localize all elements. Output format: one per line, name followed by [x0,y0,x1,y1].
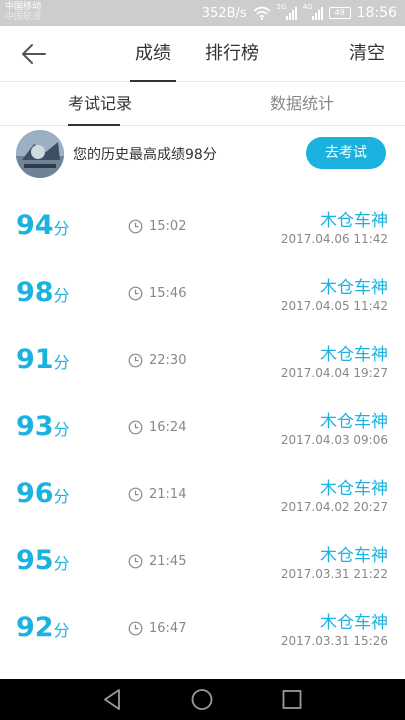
score-value: 95 [16,545,54,576]
score-unit: 分 [53,286,70,305]
score: 98分 [16,277,70,308]
record-date: 2017.04.03 09:06 [280,433,388,447]
clock-icon [128,286,143,300]
score-unit: 分 [53,219,70,238]
carrier-2: 中国联通 [5,12,42,22]
back-button[interactable] [18,40,50,68]
duration-value: 16:47 [149,620,187,636]
nav-home-button[interactable] [182,679,222,720]
duration-value: 21:14 [149,486,187,502]
score: 94分 [16,210,70,241]
score-unit: 分 [53,353,70,372]
duration-value: 22:30 [149,352,187,368]
tab-statistics[interactable]: 数据统计 [270,82,334,126]
score-unit: 分 [53,554,70,573]
clock-icon [128,487,143,501]
score-unit: 分 [53,487,70,506]
triangle-back-icon [104,689,120,710]
list-item[interactable]: 分 木仓车神 [0,661,405,679]
list-item[interactable]: 96分 21:14 木仓车神 2017.04.02 20:27 [0,460,405,527]
username: 木仓车神 [320,546,388,566]
app-header: 成绩 排行榜 清空 [0,26,405,82]
username: 木仓车神 [320,211,388,231]
square-recent-icon [282,690,302,709]
best-score-row: 您的历史最高成绩98分 去考试 [0,126,405,182]
network-speed: 352B/s [201,5,247,21]
signal-icon: 2G [277,3,297,20]
duration: 22:30 [128,352,186,368]
status-time: 18:56 [356,5,397,21]
clock-icon [128,554,143,568]
score: 92分 [16,612,70,643]
score: 93分 [16,411,70,442]
duration-value: 15:02 [149,218,187,234]
record-date: 2017.03.31 15:26 [280,634,388,648]
score-value: 94 [16,210,54,241]
duration: 21:14 [128,486,186,502]
arrow-left-icon [22,44,46,64]
tab-exam-records[interactable]: 考试记录 [68,82,132,126]
duration: 21:45 [128,553,186,569]
score-value: 91 [16,344,54,375]
score-value: 96 [16,478,54,509]
duration-value: 15:46 [149,285,187,301]
clock-icon [128,219,143,233]
username: 木仓车神 [320,412,388,432]
tab-ranking[interactable]: 排行榜 [200,26,264,82]
clear-button[interactable]: 清空 [349,26,385,82]
duration-value: 21:45 [149,553,187,569]
record-date: 2017.04.05 11:42 [280,299,388,313]
best-score-text: 您的历史最高成绩98分 [73,147,217,163]
nav-back-button[interactable] [92,679,132,720]
clock-icon [128,353,143,367]
record-date: 2017.04.02 20:27 [280,500,388,514]
list-item[interactable]: 92分 16:47 木仓车神 2017.03.31 15:26 [0,594,405,661]
duration: 16:24 [128,419,186,435]
navigation-bar [0,679,405,720]
username: 木仓车神 [320,479,388,499]
list-item[interactable]: 98分 15:46 木仓车神 2017.04.05 11:42 [0,259,405,326]
duration: 16:47 [128,620,186,636]
wifi-icon [253,6,271,20]
record-date: 2017.03.31 21:22 [280,567,388,581]
sub-tabs: 考试记录 数据统计 [0,82,405,126]
avatar [16,130,64,178]
carrier-info: 中国移动 中国联通 [5,2,41,22]
nav-recent-button[interactable] [272,679,312,720]
tab-scores[interactable]: 成绩 [130,26,176,82]
score-value: 98 [16,277,54,308]
score-unit: 分 [53,621,70,640]
list-item[interactable]: 94分 15:02 木仓车神 2017.04.06 11:42 [0,192,405,259]
status-icons: 352B/s 2G 4G 49 18:56 [196,3,397,22]
username: 木仓车神 [320,613,388,633]
record-date: 2017.04.06 11:42 [280,232,388,246]
battery-icon: 49 [328,7,351,19]
score-value: 92 [16,612,54,643]
duration: 15:46 [128,285,186,301]
list-item[interactable]: 91分 22:30 木仓车神 2017.04.04 19:27 [0,326,405,393]
clock-icon [128,621,143,635]
duration: 15:02 [128,218,186,234]
top-tabs: 成绩 排行榜 [130,26,288,82]
username: 木仓车神 [320,345,388,365]
score-unit: 分 [53,420,70,439]
list-item[interactable]: 95分 21:45 木仓车神 2017.03.31 21:22 [0,527,405,594]
score-value: 93 [16,411,54,442]
signal-icon: 4G [303,3,323,20]
take-exam-button[interactable]: 去考试 [306,137,386,169]
carrier-1: 中国移动 [5,2,42,12]
circle-home-icon [191,689,213,710]
list-item[interactable]: 93分 16:24 木仓车神 2017.04.03 09:06 [0,393,405,460]
status-bar: 中国移动 中国联通 352B/s 2G 4G 49 18:56 [0,0,405,26]
score: 91分 [16,344,70,375]
clock-icon [128,420,143,434]
duration-value: 16:24 [149,419,187,435]
record-date: 2017.04.04 19:27 [280,366,388,380]
score: 95分 [16,545,70,576]
username: 木仓车神 [320,278,388,298]
exam-records-list: 94分 15:02 木仓车神 2017.04.06 11:42 98分 15:4… [0,192,405,679]
score: 96分 [16,478,70,509]
